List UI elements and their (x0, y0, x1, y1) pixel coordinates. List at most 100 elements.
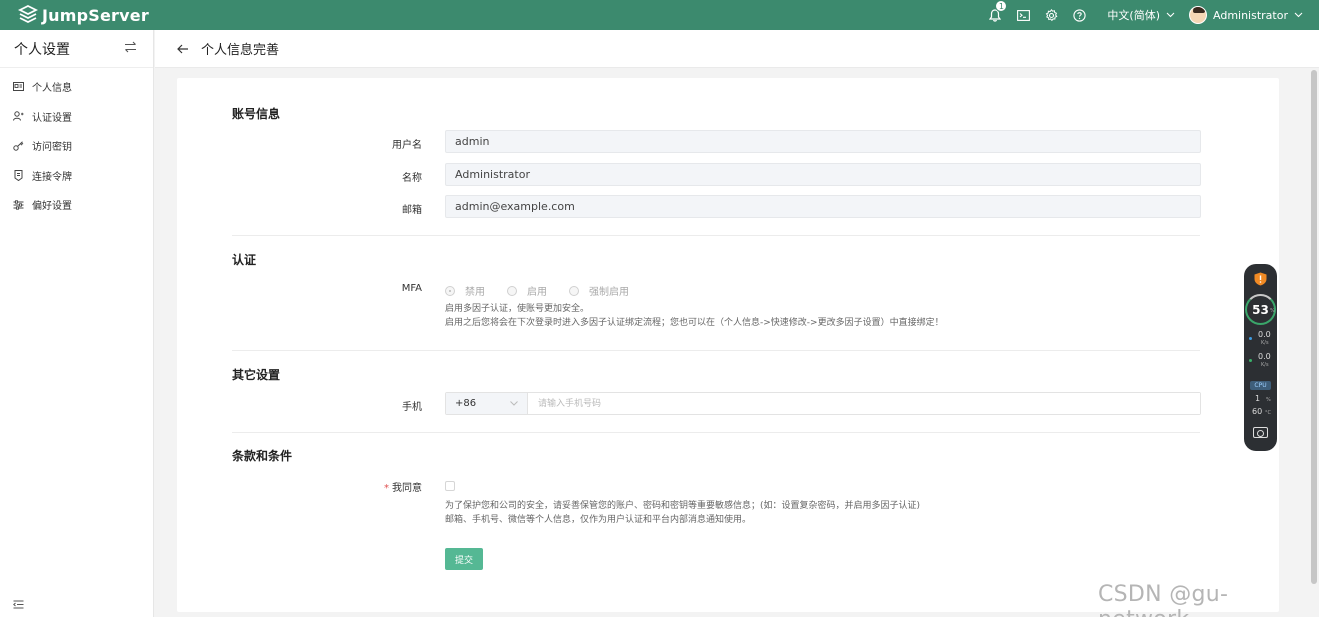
app-name: JumpServer (42, 5, 149, 25)
chevron-down-icon (1166, 12, 1175, 18)
language-label: 中文(简体) (1107, 9, 1160, 22)
settings-button[interactable] (1037, 0, 1065, 30)
help-button[interactable] (1065, 0, 1093, 30)
score-value: 53 (1252, 302, 1269, 317)
upload-unit: K/s (1261, 340, 1269, 346)
mfa-help-text: 启用多因子认证，使账号更加安全。 启用之后您将会在下次登录时进入多因子认证绑定流… (445, 302, 944, 330)
required-asterisk: * (384, 483, 389, 494)
upload-value: 0.0 (1258, 330, 1271, 339)
sidebar-item-label: 个人信息 (32, 83, 72, 95)
mfa-label: MFA (401, 283, 422, 294)
sidebar-item-label: 连接令牌 (32, 171, 72, 183)
phone-field-group: +86 (445, 392, 1201, 415)
cpu-badge: CPU (1250, 381, 1271, 390)
help-icon (1073, 8, 1086, 22)
page-header: 个人信息完善 (155, 30, 1319, 68)
radio-button (507, 285, 517, 296)
temperature-value: 60 (1252, 407, 1263, 416)
radio-button (445, 285, 455, 296)
mfa-radio-group: 禁用 启用 强制启用 (445, 283, 651, 298)
sidebar-item-auth-settings[interactable]: 认证设置 (0, 102, 153, 132)
download-value: 0.0 (1258, 352, 1271, 361)
phone-input[interactable] (528, 393, 1200, 414)
name-field: Administrator (445, 163, 1201, 186)
account-section-title: 账号信息 (232, 107, 281, 121)
other-section-title: 其它设置 (232, 368, 281, 382)
watermark: CSDN @gu-network (1098, 582, 1229, 617)
agree-label: * 我同意 (177, 479, 422, 494)
radio-label: 强制启用 (589, 287, 629, 298)
sidebar-item-profile[interactable]: 个人信息 (0, 72, 153, 102)
switch-icon[interactable] (124, 41, 137, 53)
mfa-help-line-2: 启用之后您将会在下次登录时进入多因子认证绑定流程；您也可以在（个人信息->快速修… (445, 318, 944, 328)
notification-button[interactable]: 1 (981, 0, 1009, 30)
user-menu[interactable]: Administrator (1189, 6, 1303, 24)
sidebar-item-label: 认证设置 (32, 112, 72, 124)
username-label: 用户名 (392, 140, 422, 151)
country-code-value: +86 (455, 398, 477, 409)
sidebar-item-access-keys[interactable]: 访问密钥 (0, 131, 153, 161)
sidebar-header: 个人设置 (0, 30, 153, 68)
collapse-menu-icon[interactable] (13, 600, 24, 609)
email-field: admin@example.com (445, 195, 1201, 218)
page-title: 个人信息完善 (201, 43, 280, 58)
name-label: 名称 (402, 173, 422, 184)
download-unit: K/s (1261, 362, 1269, 368)
submit-button[interactable]: 提交 (445, 548, 483, 570)
logo-icon (18, 5, 38, 24)
id-card-icon (13, 82, 24, 92)
terms-help-line-1: 为了保护您和公司的安全，请妥善保管您的账户、密码和密钥等重要敏感信息；(如：设置… (445, 501, 921, 511)
agree-label-text: 我同意 (392, 483, 422, 494)
radio-button (569, 285, 579, 296)
chevron-down-icon (1294, 12, 1303, 18)
back-button[interactable] (177, 44, 189, 54)
terminal-icon (1016, 9, 1030, 21)
profile-form-card: 账号信息 用户名 admin 名称 Administrator 邮箱 admin… (177, 78, 1279, 612)
language-selector[interactable]: 中文(简体) (1107, 7, 1175, 23)
agree-checkbox[interactable] (445, 481, 455, 491)
divider (232, 350, 1200, 351)
cpu-value: 1 (1255, 394, 1261, 403)
country-code-select[interactable]: +86 (446, 393, 528, 414)
terms-help-text: 为了保护您和公司的安全，请妥善保管您的账户、密码和密钥等重要敏感信息；(如：设置… (445, 499, 920, 527)
auth-section-title: 认证 (232, 253, 257, 267)
scrollbar-thumb[interactable] (1311, 70, 1317, 584)
chevron-down-icon (510, 401, 518, 406)
terms-help-line-2: 邮箱、手机号、微信等个人信息，仅作为用户认证和平台内部消息通知使用。 (445, 515, 752, 525)
web-terminal-button[interactable] (1009, 0, 1037, 30)
sliders-icon (13, 200, 24, 210)
key-icon (13, 141, 24, 151)
sidebar-item-preferences[interactable]: 偏好设置 (0, 190, 153, 220)
cpu-unit: % (1266, 397, 1271, 403)
sidebar: 个人设置 个人信息 认证设置 访问密钥 连接令牌 偏好设置 (0, 30, 154, 617)
top-navbar: JumpServer 1 中文(简体) Administrator (0, 0, 1319, 30)
logo[interactable]: JumpServer (18, 5, 149, 25)
radio-label: 启用 (527, 287, 547, 298)
system-monitor-widget[interactable]: 53 % 0.0 K/s 0.0 K/s CPU 1 % 60 °C (1244, 264, 1277, 451)
sidebar-item-label: 偏好设置 (32, 201, 72, 213)
token-icon (14, 169, 23, 181)
download-dot (1249, 359, 1252, 362)
user-shield-icon (13, 111, 24, 121)
mfa-help-line-1: 启用多因子认证，使账号更加安全。 (445, 304, 590, 314)
divider (232, 235, 1200, 236)
gear-icon (1045, 8, 1058, 21)
sidebar-item-label: 访问密钥 (32, 142, 72, 154)
username-field: admin (445, 130, 1201, 153)
mfa-option-disabled[interactable]: 禁用 (445, 283, 485, 298)
divider (232, 432, 1200, 433)
mfa-option-forced[interactable]: 强制启用 (569, 283, 629, 298)
notification-badge: 1 (995, 0, 1008, 12)
temperature-unit: °C (1265, 410, 1271, 416)
shield-icon (1254, 272, 1267, 286)
sidebar-title: 个人设置 (14, 41, 70, 58)
phone-label: 手机 (402, 402, 422, 413)
camera-icon[interactable] (1253, 427, 1268, 438)
terms-section-title: 条款和条件 (232, 449, 293, 463)
radio-label: 禁用 (465, 287, 485, 298)
sidebar-item-connection-token[interactable]: 连接令牌 (0, 161, 153, 191)
score-unit: % (1270, 308, 1275, 314)
email-label: 邮箱 (402, 205, 422, 216)
avatar (1189, 6, 1207, 24)
mfa-option-enabled[interactable]: 启用 (507, 283, 547, 298)
